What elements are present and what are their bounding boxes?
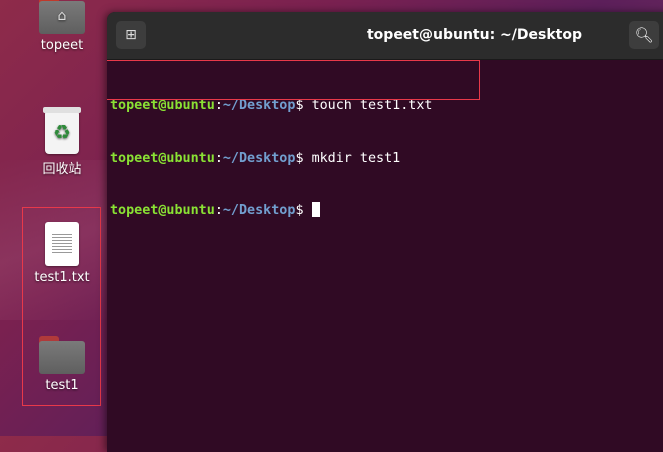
window-title: topeet@ubuntu: ~/Desktop	[366, 27, 582, 43]
desktop-icon-label: 回收站	[42, 162, 82, 177]
terminal-window[interactable]: ⊞ topeet@ubuntu: ~/Desktop 🔍︎ topeet@ubu…	[107, 12, 663, 452]
prompt-symbol: $	[295, 203, 304, 218]
prompt-symbol: $	[295, 150, 304, 166]
prompt-separator: :	[214, 203, 223, 218]
terminal-line: topeet@ubuntu:~/Desktop$ mkdir test1	[110, 150, 433, 168]
command-text: touch test1.txt	[311, 98, 433, 113]
prompt-symbol: $	[295, 98, 304, 113]
prompt-user: topeet@ubuntu	[110, 150, 215, 166]
desktop-highlight-box	[22, 207, 101, 406]
home-folder-icon: ⌂	[39, 0, 85, 34]
command-highlight-box	[107, 60, 480, 100]
desktop-icon-home[interactable]: ⌂ topeet	[22, 0, 102, 53]
prompt-separator: :	[214, 98, 223, 113]
prompt-path: ~/Desktop	[222, 98, 296, 113]
text-cursor	[311, 202, 320, 217]
command-text: mkdir test1	[311, 150, 401, 166]
terminal-titlebar[interactable]: ⊞ topeet@ubuntu: ~/Desktop 🔍︎	[107, 12, 663, 60]
prompt-user: topeet@ubuntu	[110, 203, 215, 218]
trash-icon: ♻	[43, 107, 81, 154]
prompt-user: topeet@ubuntu	[110, 98, 215, 113]
search-button[interactable]: 🔍︎	[629, 21, 659, 49]
prompt-path: ~/Desktop	[222, 203, 296, 218]
prompt-path: ~/Desktop	[222, 150, 296, 166]
desktop-icon-trash[interactable]: ♻ 回收站	[22, 107, 102, 177]
prompt-separator: :	[214, 150, 223, 166]
terminal-line: topeet@ubuntu:~/Desktop$	[110, 202, 433, 220]
search-icon: 🔍︎	[634, 26, 654, 44]
desktop-icon-label: topeet	[40, 38, 84, 53]
